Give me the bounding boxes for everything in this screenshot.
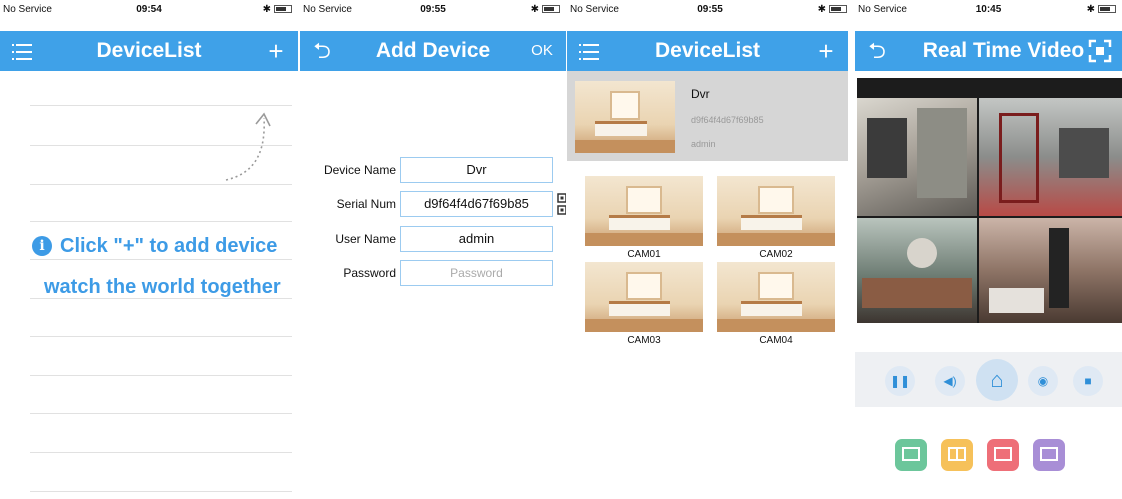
qr-code-icon[interactable]	[557, 193, 566, 215]
camera-label: CAM01	[627, 249, 661, 260]
device-user: admin	[691, 139, 716, 149]
page-title: DeviceList	[96, 39, 202, 62]
divider	[30, 491, 292, 492]
hint-line-1: i Click "+" to add device	[32, 235, 282, 258]
nav-bar: DeviceList +	[567, 31, 848, 71]
carrier-label: No Service	[3, 4, 52, 15]
divider	[30, 413, 292, 414]
status-bar: No Service 10:45 ✱	[855, 0, 1122, 31]
device-thumbnail	[575, 81, 675, 153]
status-time: 09:55	[697, 4, 723, 15]
status-bar: No Service 09:55 ✱	[300, 0, 566, 31]
device-name-field[interactable]: Dvr	[400, 157, 553, 183]
battery-icon: ✱	[263, 4, 292, 15]
divider	[30, 221, 292, 222]
serial-num-label: Serial Num	[336, 197, 396, 211]
status-time: 10:45	[975, 4, 1002, 15]
user-name-row: User Name admin	[300, 226, 566, 252]
divider	[30, 259, 292, 260]
device-name-label: Device Name	[323, 163, 396, 177]
password-label: Password	[343, 266, 396, 280]
camera-label: CAM02	[759, 249, 793, 260]
user-name-field[interactable]: admin	[400, 226, 553, 252]
device-list-empty-screen: No Service 09:54 ✱ DeviceList + i Click "…	[0, 0, 298, 499]
record-icon[interactable]: ■	[1073, 366, 1103, 396]
nav-bar: ⮌ Add Device OK	[300, 31, 566, 71]
ok-button[interactable]: OK	[520, 31, 564, 71]
camera-thumbnail[interactable]	[717, 262, 835, 332]
camera-thumbnail[interactable]	[585, 176, 703, 246]
password-field[interactable]: Password	[400, 260, 553, 286]
user-name-label: User Name	[335, 232, 396, 246]
device-row[interactable]: Dvr d9f64f4d67f69b85 admin	[567, 71, 848, 161]
video-feed[interactable]	[857, 218, 977, 323]
battery-icon: ✱	[531, 4, 560, 15]
add-device-screen: No Service 09:55 ✱ ⮌ Add Device OK Devic…	[300, 0, 566, 499]
plus-icon[interactable]: +	[806, 31, 846, 71]
camera-thumbnail[interactable]	[717, 176, 835, 246]
plus-icon[interactable]: +	[256, 31, 296, 71]
page-indicator	[982, 492, 1022, 498]
layout-1-icon[interactable]	[895, 439, 927, 471]
video-grid[interactable]	[857, 78, 1122, 323]
status-bar: No Service 09:55 ✱	[567, 0, 853, 31]
video-feed[interactable]	[857, 98, 977, 216]
control-bar: ❚❚ ◀) ⌂ ◉ ■	[855, 352, 1122, 407]
status-bar: No Service 09:54 ✱	[0, 0, 298, 31]
camera-label: CAM04	[759, 335, 793, 346]
divider	[30, 375, 292, 376]
device-list-screen: No Service 09:55 ✱ DeviceList + Dvr d9f6…	[567, 0, 853, 499]
nav-bar: ⮌ Real Time Video	[855, 31, 1122, 71]
layout-9-icon[interactable]	[987, 439, 1019, 471]
divider	[30, 452, 292, 453]
battery-icon: ✱	[1087, 4, 1116, 15]
status-time: 09:55	[420, 4, 446, 15]
hint-line-2: watch the world together	[44, 276, 281, 298]
video-feed[interactable]	[979, 98, 1122, 216]
layout-4-icon[interactable]	[941, 439, 973, 471]
battery-icon: ✱	[818, 4, 847, 15]
camera-thumbnail[interactable]	[585, 262, 703, 332]
device-name-row: Device Name Dvr	[300, 157, 566, 183]
info-icon: i	[32, 236, 52, 256]
divider	[30, 105, 292, 106]
fullscreen-icon[interactable]	[1080, 31, 1120, 71]
serial-num-field[interactable]: d9f64f4d67f69b85	[400, 191, 553, 217]
divider	[30, 336, 292, 337]
divider	[30, 184, 292, 185]
video-feed[interactable]	[979, 218, 1122, 323]
device-serial: d9f64f4d67f69b85	[691, 115, 764, 125]
serial-num-row: Serial Num d9f64f4d67f69b85	[300, 191, 566, 217]
status-time: 09:54	[136, 4, 162, 15]
layout-16-icon[interactable]	[1033, 439, 1065, 471]
real-time-video-screen: No Service 10:45 ✱ ⮌ Real Time Video ❚❚ …	[855, 0, 1122, 499]
home-icon[interactable]: ⌂	[976, 359, 1018, 401]
carrier-label: No Service	[858, 4, 907, 15]
volume-icon[interactable]: ◀)	[935, 366, 965, 396]
pause-icon[interactable]: ❚❚	[885, 366, 915, 396]
password-row: Password Password	[300, 260, 566, 286]
carrier-label: No Service	[570, 4, 619, 15]
camera-label: CAM03	[627, 335, 661, 346]
device-name: Dvr	[691, 87, 710, 101]
dotted-arrow-icon	[225, 112, 271, 181]
camera-icon[interactable]: ◉	[1028, 366, 1058, 396]
nav-bar: DeviceList +	[0, 31, 298, 71]
carrier-label: No Service	[303, 4, 352, 15]
